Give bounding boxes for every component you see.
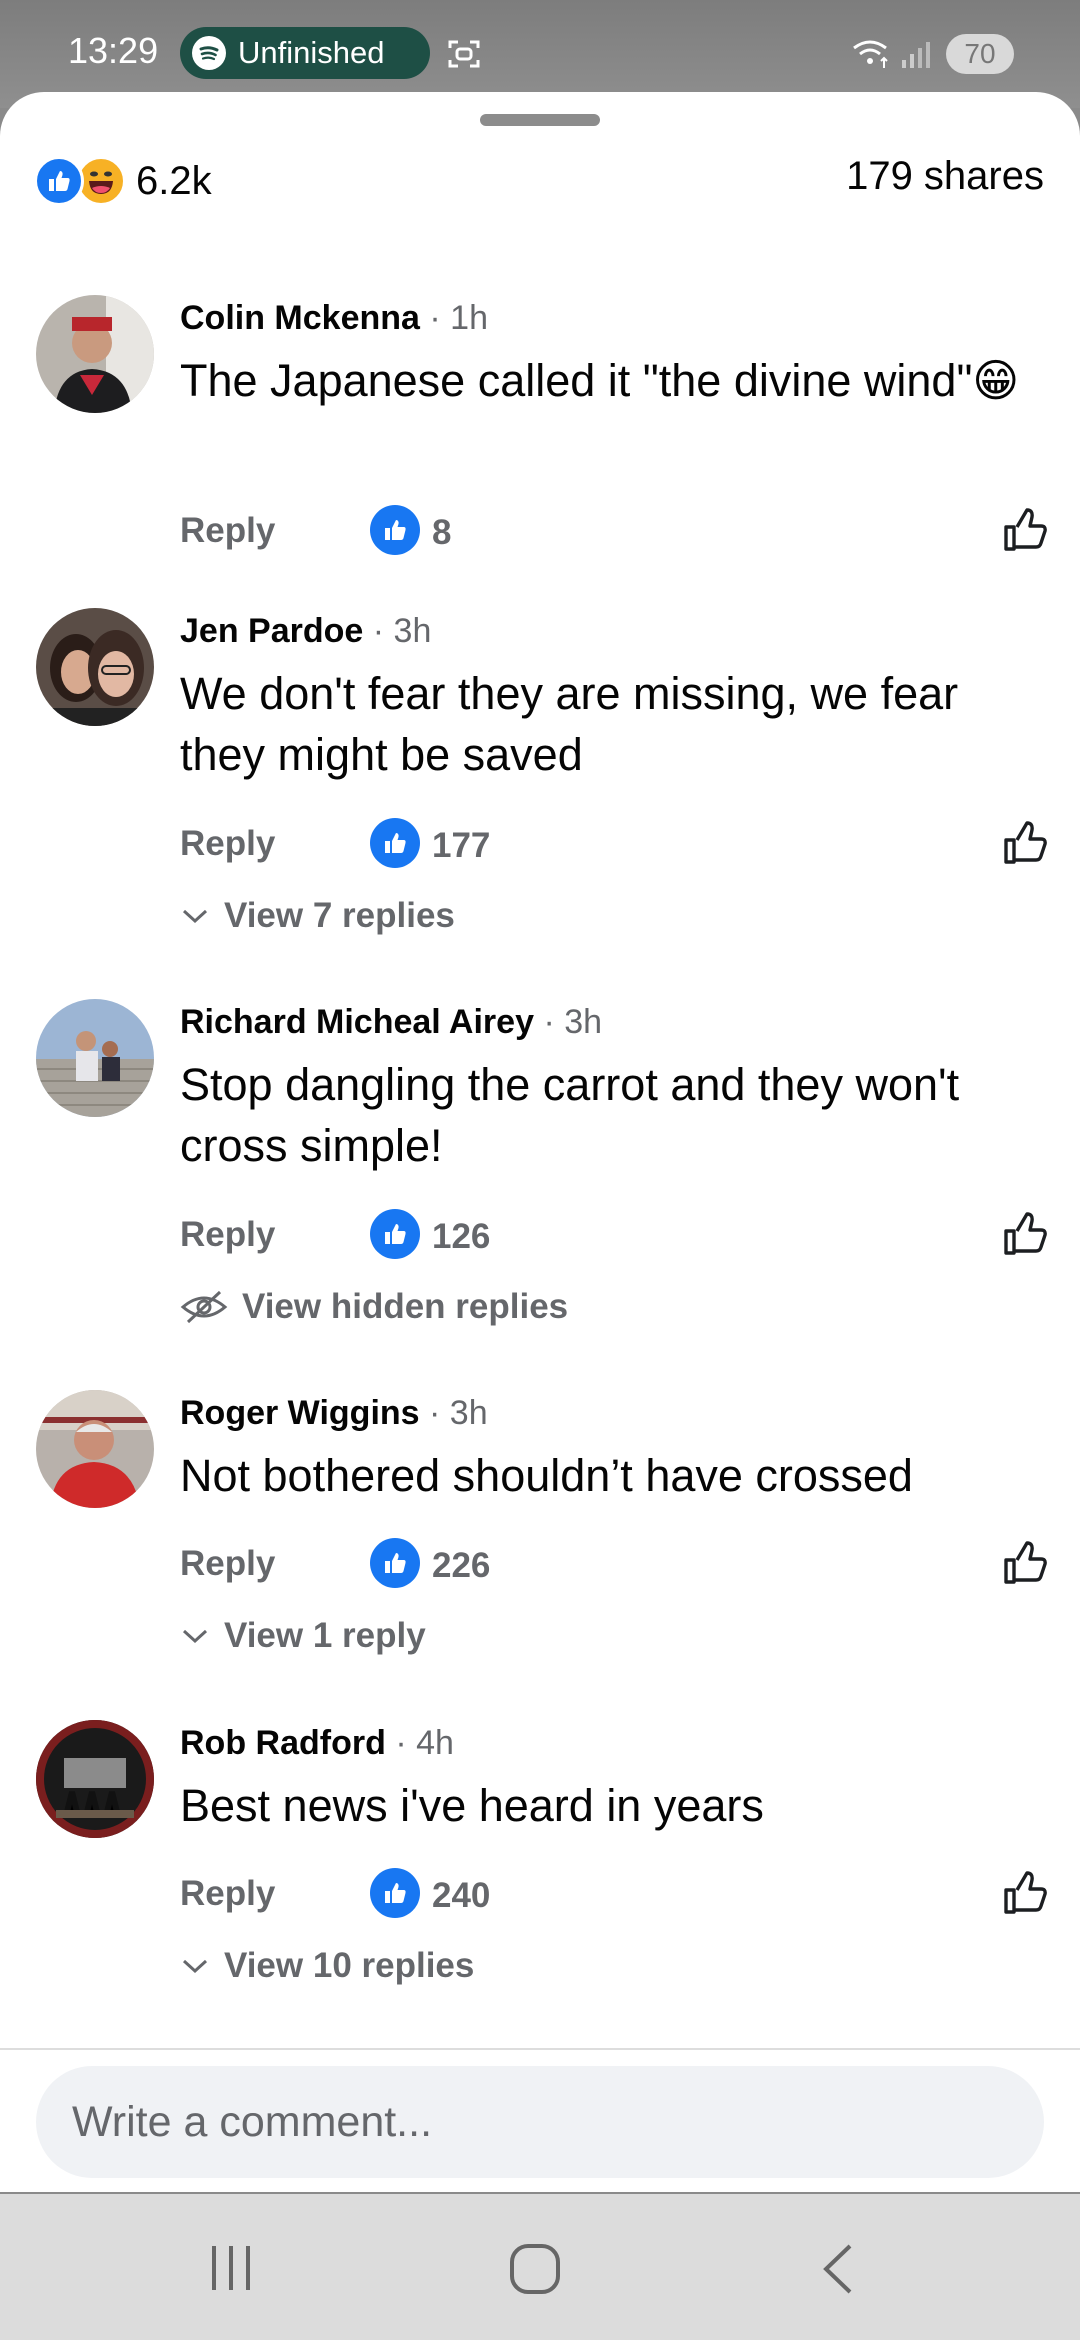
view-replies-label: View hidden replies xyxy=(242,1287,569,1326)
reaction-count: 6.2k xyxy=(136,158,212,203)
recents-icon[interactable] xyxy=(206,2242,256,2299)
avatar[interactable] xyxy=(36,1720,154,1838)
view-hidden-replies-button[interactable]: View hidden replies xyxy=(180,1287,568,1327)
share-count[interactable]: 179 shares xyxy=(846,154,1044,199)
chevron-down-icon xyxy=(182,909,208,924)
comment-like-count[interactable]: 177 xyxy=(432,826,490,866)
comment-like-count[interactable]: 8 xyxy=(432,513,451,553)
comment-time: · 3h xyxy=(429,1394,488,1432)
comment-text: Not bothered shouldn’t have crossed xyxy=(180,1450,913,1501)
comment-like-count[interactable]: 126 xyxy=(432,1217,490,1257)
like-outline-icon[interactable] xyxy=(1000,1868,1050,1923)
comment-author[interactable]: Jen Pardoe xyxy=(180,612,363,650)
home-icon[interactable] xyxy=(508,2242,562,2301)
like-reaction-icon xyxy=(370,1209,420,1259)
comment-time: · 3h xyxy=(543,1003,603,1041)
reply-button[interactable]: Reply xyxy=(180,1874,275,1914)
view-replies-button[interactable]: View 1 reply xyxy=(180,1616,426,1656)
spotify-track-label: Unfinished xyxy=(238,35,385,70)
battery-indicator: 70 xyxy=(946,34,1014,74)
like-outline-icon[interactable] xyxy=(1000,1538,1050,1593)
reactions-summary[interactable]: 6.2k xyxy=(34,156,212,206)
comment-like-count[interactable]: 226 xyxy=(432,1546,490,1586)
spotify-now-playing-pill[interactable]: Unfinished xyxy=(180,27,430,79)
like-outline-icon[interactable] xyxy=(1000,505,1050,560)
wifi-icon xyxy=(850,36,936,77)
avatar[interactable] xyxy=(36,1390,154,1508)
like-reaction-icon xyxy=(370,1868,420,1918)
avatar[interactable] xyxy=(36,999,154,1117)
view-replies-button[interactable]: View 10 replies xyxy=(180,1946,474,1986)
comment-text: Best news i've heard in years xyxy=(180,1780,764,1831)
view-replies-label: View 7 replies xyxy=(224,896,455,935)
system-nav-bar xyxy=(0,2194,1080,2340)
comment-time: · 1h xyxy=(429,299,488,337)
comment-author[interactable]: Colin Mckenna xyxy=(180,299,420,337)
like-reaction-icon xyxy=(370,818,420,868)
comment-time: · 3h xyxy=(372,612,432,650)
reply-button[interactable]: Reply xyxy=(180,511,275,551)
like-reaction-icon xyxy=(34,156,84,206)
comment-author[interactable]: Richard Micheal Airey xyxy=(180,1003,534,1041)
view-replies-button[interactable]: View 7 replies xyxy=(180,896,455,936)
chevron-down-icon xyxy=(182,1629,208,1644)
comment-text: The Japanese called it "the divine wind"… xyxy=(180,355,1020,406)
back-icon[interactable] xyxy=(818,2242,858,2301)
view-replies-label: View 10 replies xyxy=(224,1946,475,1985)
comment-input-placeholder: Write a comment... xyxy=(72,2097,433,2146)
comment-input[interactable]: Write a comment... xyxy=(36,2066,1044,2178)
view-replies-label: View 1 reply xyxy=(224,1616,426,1655)
reply-button[interactable]: Reply xyxy=(180,1544,275,1584)
like-outline-icon[interactable] xyxy=(1000,1209,1050,1264)
divider xyxy=(0,2048,1080,2050)
comment-author[interactable]: Rob Radford xyxy=(180,1724,386,1762)
avatar[interactable] xyxy=(36,608,154,726)
screen-record-icon xyxy=(446,36,482,77)
reply-button[interactable]: Reply xyxy=(180,824,275,864)
like-reaction-icon xyxy=(370,1538,420,1588)
sheet-drag-handle[interactable] xyxy=(480,114,600,126)
spotify-icon xyxy=(192,36,226,70)
eye-slash-icon xyxy=(180,1290,228,1324)
comment-text: Stop dangling the carrot and they won't … xyxy=(180,1059,960,1171)
reply-button[interactable]: Reply xyxy=(180,1215,275,1255)
comment-like-count[interactable]: 240 xyxy=(432,1876,490,1916)
like-outline-icon[interactable] xyxy=(1000,818,1050,873)
status-time: 13:29 xyxy=(68,30,159,71)
comment-time: · 4h xyxy=(395,1724,454,1762)
avatar[interactable] xyxy=(36,295,154,413)
comment-author[interactable]: Roger Wiggins xyxy=(180,1394,420,1432)
chevron-down-icon xyxy=(182,1959,208,1974)
like-reaction-icon xyxy=(370,505,420,555)
comment-text: We don't fear they are missing, we fear … xyxy=(180,668,959,780)
